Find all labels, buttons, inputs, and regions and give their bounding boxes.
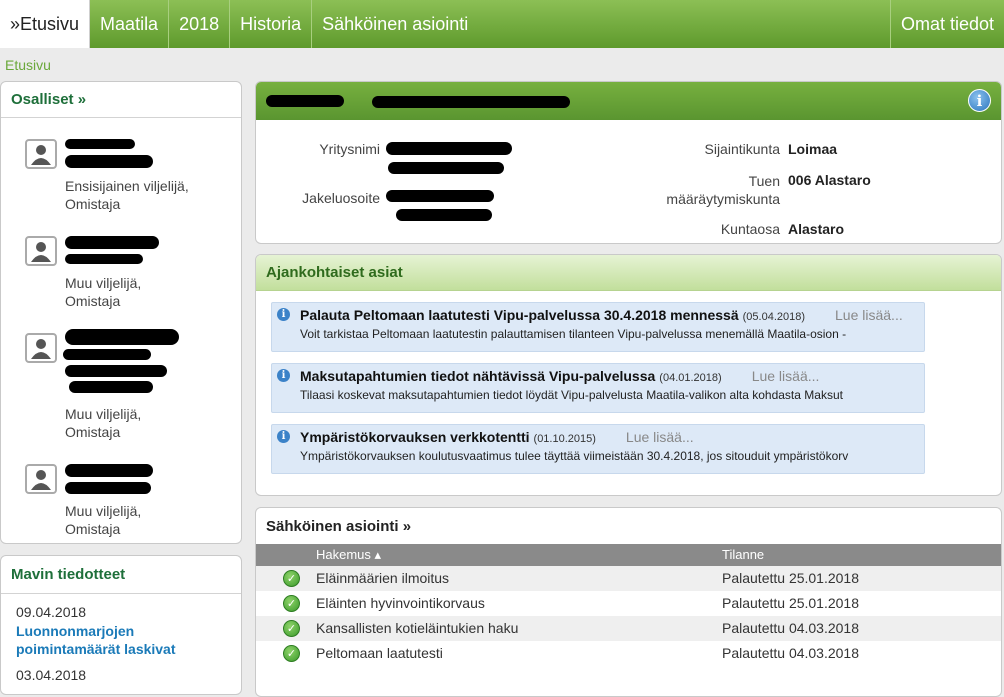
notice-date: (05.04.2018): [742, 311, 806, 323]
notice-item[interactable]: i Ympäristökorvauksen verkkotentti (01.10…: [271, 424, 925, 474]
table-row[interactable]: ✓ Eläinmäärien ilmoitus Palautettu 25.01…: [256, 566, 1001, 591]
person-role: Muu viljelijä, Omistaja: [65, 406, 142, 440]
tab-sahkoinen-asiointi[interactable]: Sähköinen asiointi: [312, 0, 478, 48]
tab-historia[interactable]: Historia: [230, 0, 313, 48]
notice-item[interactable]: i Maksutapahtumien tiedot nähtävissä Vip…: [271, 363, 925, 413]
application-name[interactable]: Eläinten hyvinvointikorvaus: [316, 595, 485, 611]
mavi-news-title: Mavin tiedotteet: [1, 556, 241, 594]
current-affairs-panel: Ajankohtaiset asiat i Palauta Peltomaan …: [255, 254, 1002, 496]
tab-omat-tiedot[interactable]: Omat tiedot: [889, 0, 1004, 48]
redacted-name: [65, 482, 151, 494]
redacted-address: [396, 209, 492, 221]
table-header: Hakemus ▴ Tilanne: [256, 544, 1001, 566]
notice-title[interactable]: Palauta Peltomaan laatutesti Vipu-palvel…: [300, 307, 739, 323]
tab-2018[interactable]: 2018: [169, 0, 231, 48]
redacted-company: [388, 162, 504, 174]
mavi-news-panel: Mavin tiedotteet 09.04.2018 Luonnonmarjo…: [0, 555, 242, 695]
redacted-name: [65, 365, 167, 377]
eservice-title[interactable]: Sähköinen asiointi »: [256, 508, 1001, 544]
person-role: Muu viljelijä, Omistaja: [65, 275, 142, 309]
user-icon: [25, 139, 57, 169]
application-status: Palautettu 04.03.2018: [722, 645, 860, 661]
application-name[interactable]: Kansallisten kotieläintukien haku: [316, 620, 518, 636]
support-municipality-value: 006 Alastaro: [788, 172, 871, 188]
municipality-label: Sijaintikunta: [704, 141, 781, 157]
notice-item[interactable]: i Palauta Peltomaan laatutesti Vipu-palv…: [271, 302, 925, 352]
table-row[interactable]: ✓ Peltomaan laatutesti Palautettu 04.03.…: [256, 641, 1001, 666]
read-more-link[interactable]: Lue lisää...: [835, 307, 903, 323]
notice-date: (04.01.2018): [659, 372, 722, 384]
tab-maatila[interactable]: Maatila: [90, 0, 170, 48]
notice-body: Voit tarkistaa Peltomaan laatutestin pal…: [300, 327, 847, 341]
read-more-link[interactable]: Lue lisää...: [626, 429, 694, 445]
notice-title[interactable]: Maksutapahtumien tiedot nähtävissä Vipu-…: [300, 368, 655, 384]
notice-title[interactable]: Ympäristökorvauksen verkkotentti: [300, 429, 530, 445]
address-label: Jakeluosoite: [302, 190, 380, 206]
company-label: Yritysnimi: [319, 141, 380, 157]
redacted-farm-id: [266, 95, 344, 107]
municipality-value: Loimaa: [788, 141, 838, 157]
notice-date: (01.10.2015): [533, 433, 596, 445]
redacted-farm-name: [372, 96, 570, 108]
info-icon: i: [277, 308, 290, 321]
district-label: Kuntaosa: [720, 221, 780, 237]
farm-info-panel: i Yritysnimi Jakeluosoite Sijaintikunta …: [255, 81, 1002, 244]
table-row[interactable]: ✓ Kansallisten kotieläintukien haku Pala…: [256, 616, 1001, 641]
redacted-address: [386, 190, 494, 202]
osalliset-panel: Osalliset » Ensisijainen viljelijä, Omis…: [0, 81, 242, 544]
column-application[interactable]: Hakemus ▴: [316, 547, 381, 563]
application-status: Palautettu 25.01.2018: [722, 570, 860, 586]
info-icon[interactable]: i: [968, 89, 991, 112]
tab-etusivu[interactable]: »Etusivu: [0, 0, 91, 48]
table-row[interactable]: ✓ Eläinten hyvinvointikorvaus Palautettu…: [256, 591, 1001, 616]
farm-header: i: [256, 82, 1001, 120]
redacted-name: [69, 381, 153, 393]
notice-body: Ympäristökorvauksen koulutusvaatimus tul…: [300, 449, 849, 463]
user-icon: [25, 464, 57, 494]
osalliset-title[interactable]: Osalliset »: [1, 82, 241, 118]
redacted-company: [386, 142, 512, 155]
check-icon: ✓: [283, 570, 300, 587]
person-role: Ensisijainen viljelijä, Omistaja: [65, 178, 189, 212]
news-link[interactable]: Luonnonmarjojen poimintamäärät laskivat: [16, 622, 216, 658]
support-municipality-label: Tuen määräytymiskunta: [666, 173, 780, 207]
redacted-name: [65, 155, 153, 168]
check-icon: ✓: [283, 595, 300, 612]
info-icon: i: [277, 430, 290, 443]
column-status[interactable]: Tilanne: [722, 547, 764, 562]
redacted-name: [65, 139, 135, 149]
application-name[interactable]: Eläinmäärien ilmoitus: [316, 570, 449, 586]
application-name[interactable]: Peltomaan laatutesti: [316, 645, 443, 661]
check-icon: ✓: [283, 645, 300, 662]
district-value: Alastaro: [788, 221, 845, 237]
person-role: Muu viljelijä, Omistaja: [65, 503, 142, 537]
breadcrumb[interactable]: Etusivu: [5, 57, 51, 73]
application-status: Palautettu 25.01.2018: [722, 595, 860, 611]
redacted-name: [63, 349, 151, 360]
top-navigation: »Etusivu Maatila 2018 Historia Sähköinen…: [0, 0, 1004, 48]
redacted-name: [65, 236, 159, 249]
redacted-name: [65, 464, 153, 477]
check-icon: ✓: [283, 620, 300, 637]
application-status: Palautettu 04.03.2018: [722, 620, 860, 636]
redacted-name: [65, 329, 179, 345]
read-more-link[interactable]: Lue lisää...: [752, 368, 820, 384]
info-icon: i: [277, 369, 290, 382]
eservice-panel: Sähköinen asiointi » Hakemus ▴ Tilanne ✓…: [255, 507, 1002, 697]
user-icon: [25, 236, 57, 266]
redacted-name: [65, 254, 143, 264]
news-date: 03.04.2018: [16, 667, 87, 683]
news-date: 09.04.2018: [16, 604, 87, 620]
notice-body: Tilaasi koskevat maksutapahtumien tiedot…: [300, 388, 843, 402]
user-icon: [25, 333, 57, 363]
current-affairs-title: Ajankohtaiset asiat: [256, 255, 1001, 291]
